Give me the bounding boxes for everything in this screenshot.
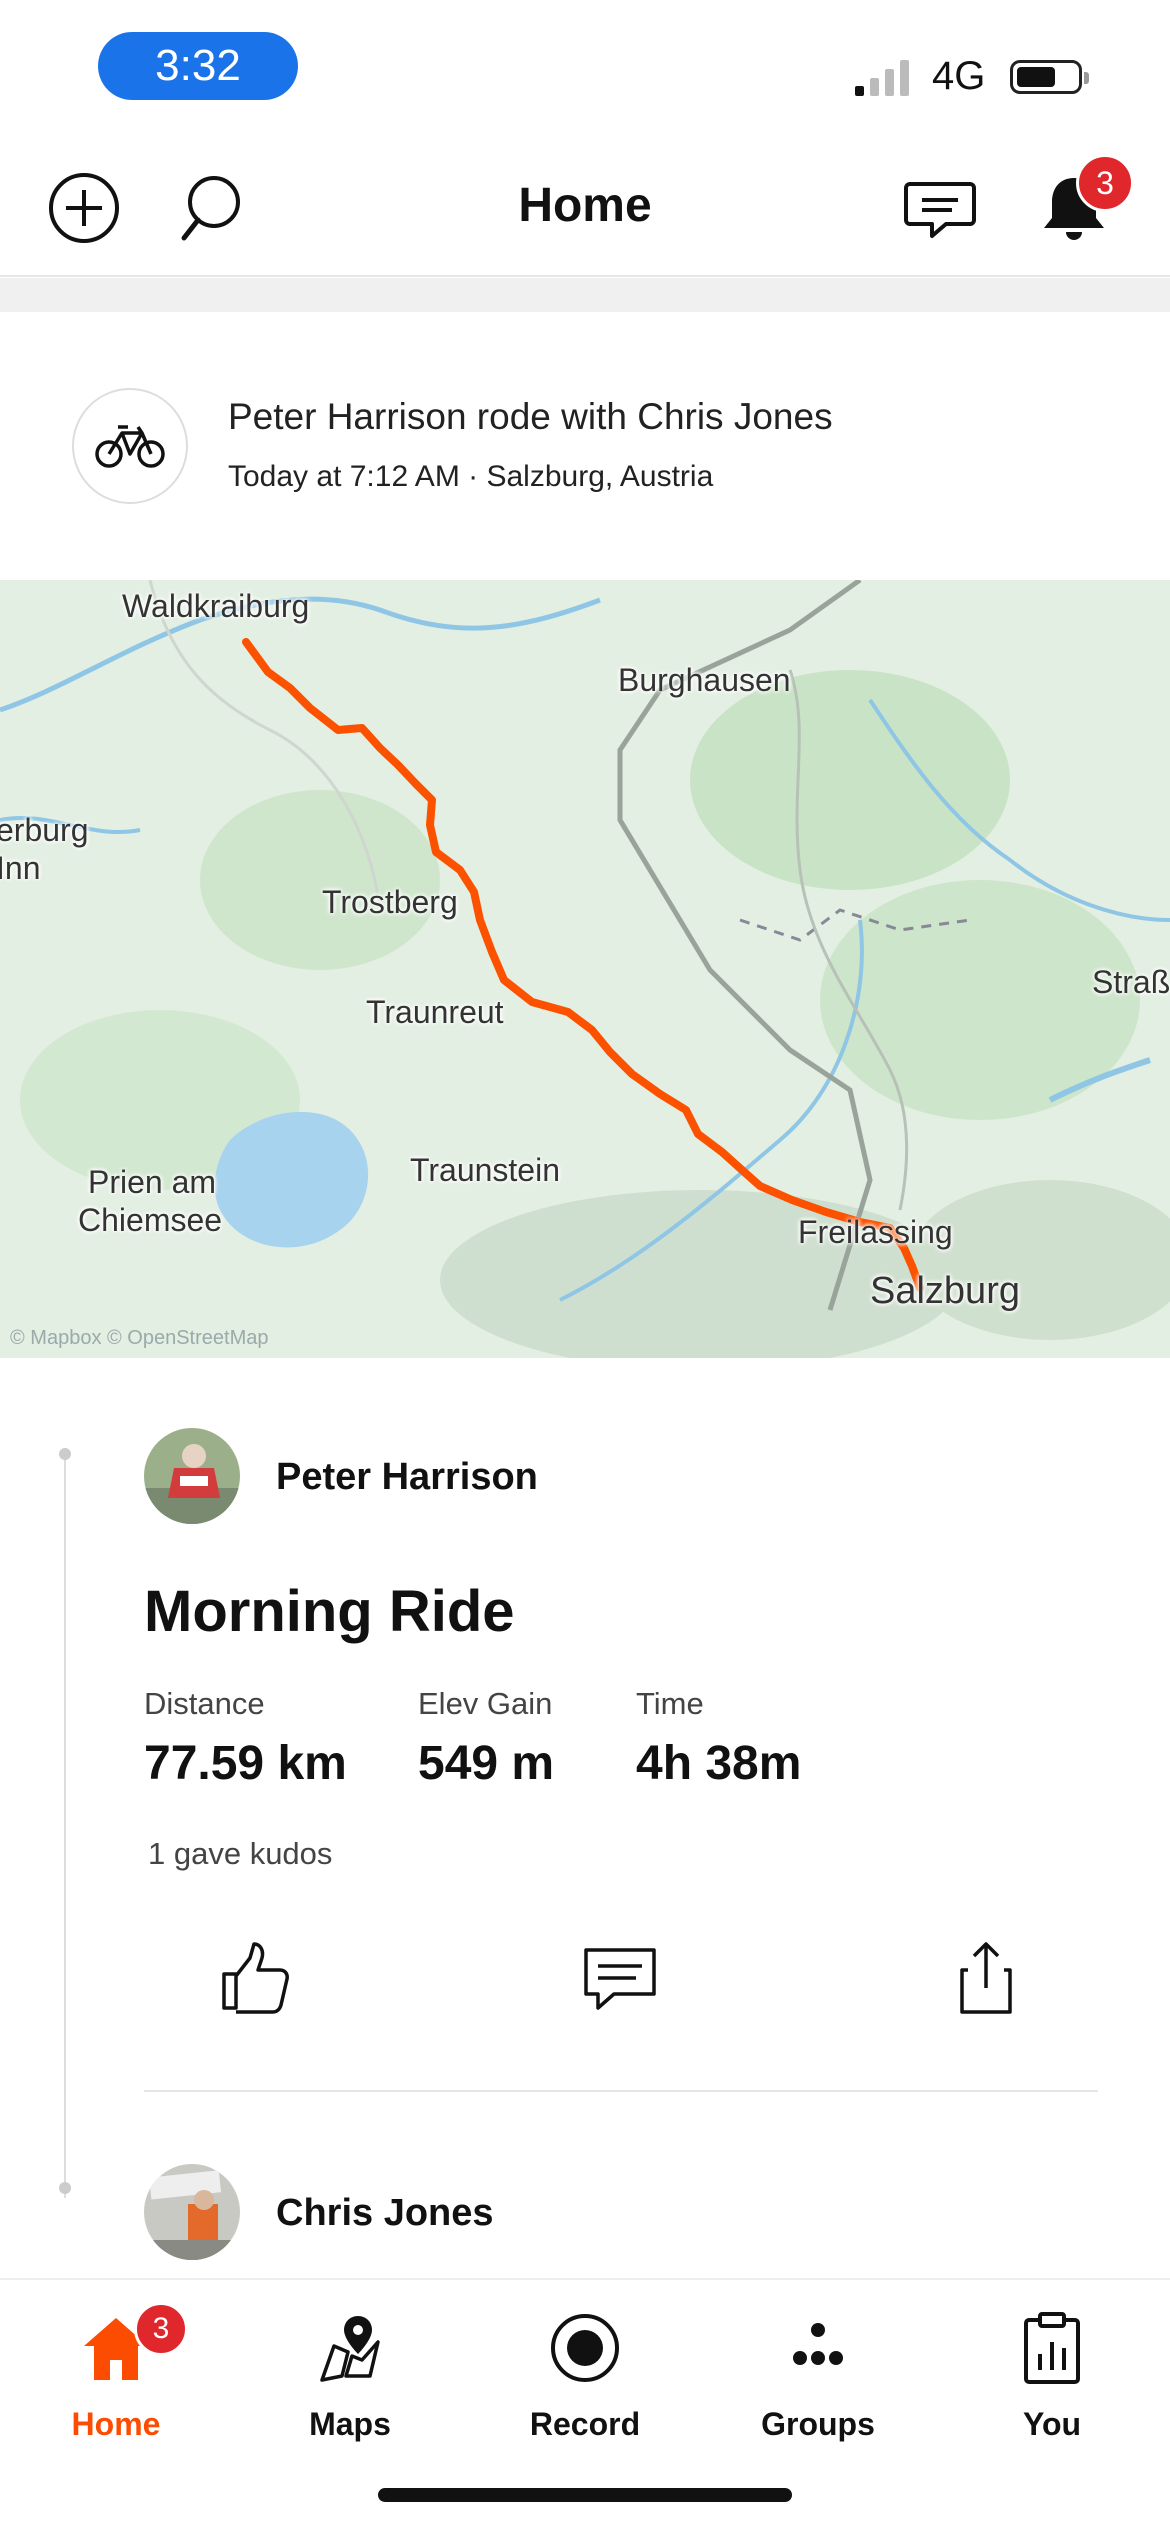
tab-label: Groups (761, 2406, 875, 2442)
kudos-count[interactable]: 1 gave kudos (148, 1836, 332, 1872)
stat-label-distance: Distance (144, 1686, 265, 1721)
athlete-name[interactable]: Peter Harrison (276, 1456, 538, 1499)
activity-route-map[interactable]: Waldkraiburg Burghausen erburg Inn Trost… (0, 580, 1170, 1358)
messages-icon[interactable] (902, 170, 978, 246)
clipboard-chart-icon (1024, 2312, 1080, 2384)
map-label: erburg (0, 812, 89, 848)
home-badge: 3 (134, 2302, 188, 2356)
activity-time-location: Today at 7:12 AM · Salzburg, Austria (228, 460, 714, 493)
tab-groups[interactable]: Groups (718, 2300, 918, 2450)
map-label: Traunreut (366, 994, 504, 1030)
comment-icon[interactable] (580, 1938, 660, 2018)
tab-maps[interactable]: Maps (250, 2300, 450, 2450)
timeline-dot (59, 2182, 71, 2194)
map-label: Prien am (88, 1164, 217, 1200)
map-label: Trostberg (322, 884, 458, 920)
status-bar: 3:32 4G (0, 0, 1170, 140)
network-type: 4G (932, 54, 986, 98)
record-icon (551, 2314, 619, 2382)
activity-header[interactable]: Peter Harrison rode with Chris Jones Tod… (0, 312, 1170, 580)
kudos-thumbs-up-icon[interactable] (216, 1938, 296, 2018)
map-label: Salzburg (870, 1270, 1020, 1312)
activity-card: Peter Harrison Morning Ride Distance 77.… (0, 1358, 1170, 2278)
tab-home[interactable]: 3 Home (16, 2300, 216, 2450)
map-attribution[interactable]: © Mapbox © OpenStreetMap (10, 1327, 269, 1350)
card-separator (144, 2090, 1098, 2092)
activity-title[interactable]: Morning Ride (144, 1578, 515, 1645)
athlete-name[interactable]: Chris Jones (276, 2192, 494, 2235)
tab-label: You (1022, 2406, 1082, 2442)
page-title: Home (518, 179, 652, 232)
map-label: Straß (1092, 964, 1170, 1000)
groups-icon (793, 2323, 843, 2365)
map-pin-icon (320, 2316, 380, 2382)
status-time: 3:32 (98, 32, 298, 100)
battery-icon (1010, 60, 1089, 94)
stat-value-distance: 77.59 km (144, 1737, 347, 1790)
home-indicator[interactable] (378, 2488, 792, 2502)
map-label: Freilassing (798, 1214, 953, 1250)
tab-label: Home (71, 2406, 161, 2442)
map-label: Traunstein (410, 1152, 560, 1188)
avatar[interactable] (144, 2164, 240, 2260)
stat-value-time: 4h 38m (636, 1737, 802, 1790)
map-background (0, 580, 1170, 1358)
share-icon[interactable] (946, 1938, 1026, 2018)
feed-divider (0, 278, 1170, 312)
avatar[interactable] (144, 1428, 240, 1524)
stat-label-elev-gain: Elev Gain (418, 1686, 553, 1721)
group-timeline-line (64, 1448, 66, 2198)
timeline-dot (59, 1448, 71, 1460)
stat-label-time: Time (636, 1686, 704, 1721)
activity-headline[interactable]: Peter Harrison rode with Chris Jones (228, 396, 833, 438)
stat-value-elev-gain: 549 m (418, 1737, 555, 1790)
signal-strength-icon (855, 58, 909, 96)
bike-sport-icon (72, 388, 188, 504)
map-label: Waldkraiburg (122, 588, 310, 624)
tab-label: Record (529, 2406, 641, 2442)
top-nav-bar: Home 3 (0, 140, 1170, 277)
notification-badge: 3 (1076, 154, 1134, 212)
tab-record[interactable]: Record (485, 2300, 685, 2450)
map-label: Chiemsee (78, 1202, 223, 1238)
map-label: Burghausen (618, 662, 791, 698)
map-label: Inn (0, 850, 41, 886)
tab-label: Maps (309, 2406, 391, 2442)
tab-you[interactable]: You (952, 2300, 1152, 2450)
